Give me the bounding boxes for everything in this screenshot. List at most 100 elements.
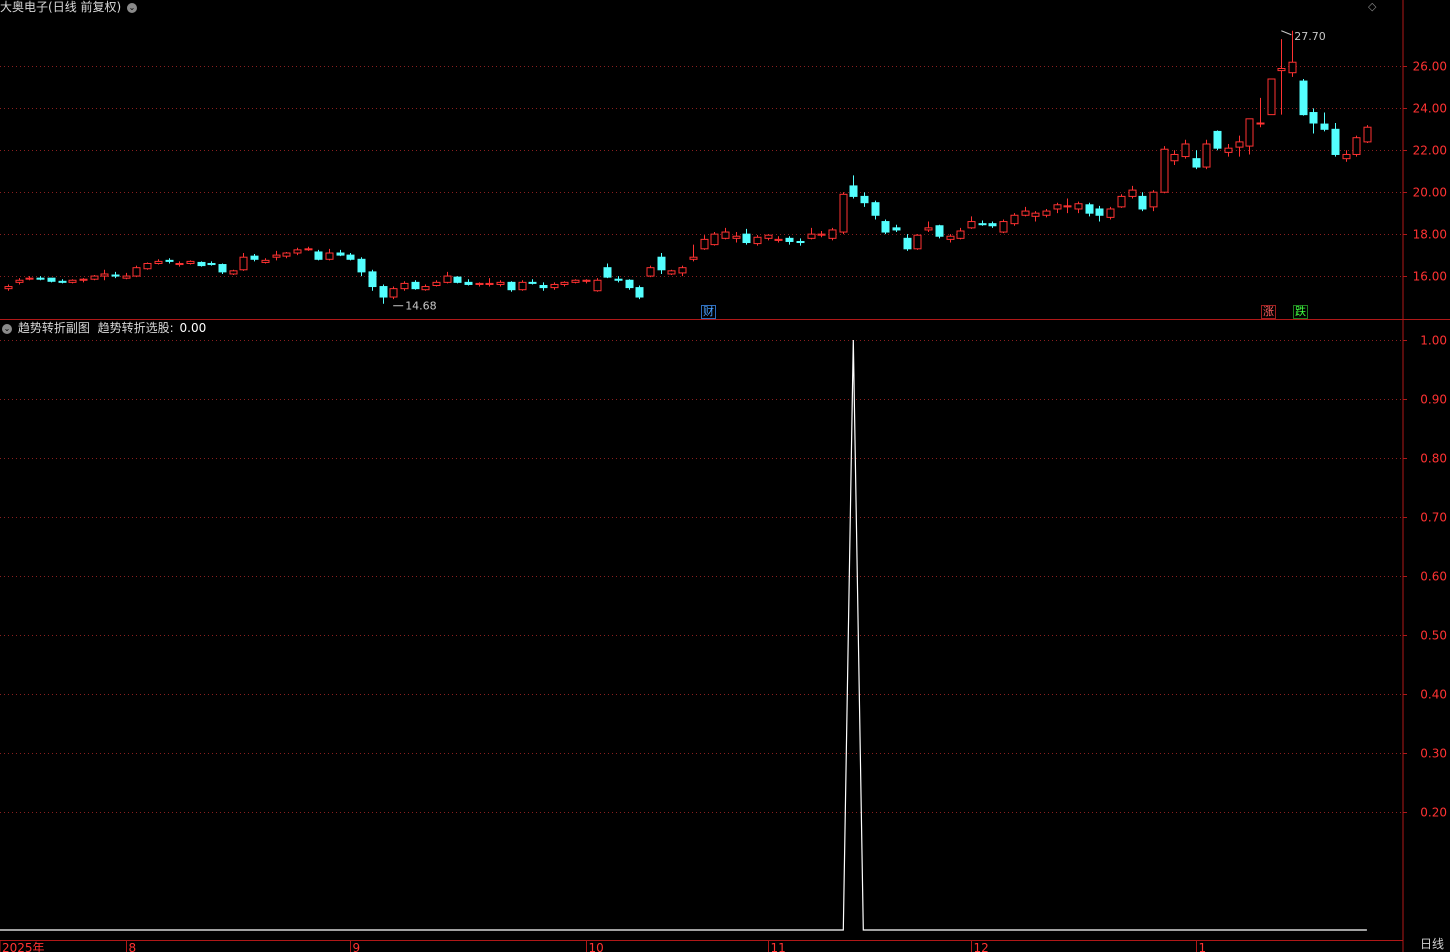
candle [111, 271, 120, 279]
candle-body [1277, 68, 1286, 72]
candle-body [603, 267, 612, 278]
candle-body [849, 185, 858, 197]
candle [1267, 78, 1276, 116]
candle [229, 269, 238, 276]
main-tick-label: 26.00 [1413, 60, 1447, 74]
candle [625, 279, 634, 290]
candle [1192, 150, 1201, 170]
candle [1170, 150, 1179, 165]
candle-body [15, 279, 24, 283]
sub-tick-label: 0.30 [1420, 747, 1447, 761]
candle [1299, 78, 1308, 116]
indicator-name[interactable]: 趋势转折副图 [18, 321, 90, 335]
candle [1095, 205, 1104, 222]
candle-body [1042, 210, 1051, 216]
candle [978, 220, 987, 226]
limit-up-badge[interactable]: 涨 [1261, 305, 1276, 319]
candle [464, 279, 473, 286]
candle-body [946, 235, 955, 240]
candle-body [368, 271, 377, 288]
candle-body [999, 221, 1008, 233]
candle [518, 280, 527, 291]
candle [453, 276, 462, 284]
chevron-down-icon[interactable]: ⌄ [127, 2, 138, 13]
candle-body [100, 273, 109, 277]
candle-body [560, 281, 569, 285]
candle [293, 247, 302, 256]
limit-down-badge[interactable]: 跌 [1293, 305, 1308, 319]
candle [1074, 201, 1083, 214]
candle [1021, 206, 1030, 217]
candle [860, 192, 869, 207]
circle-indicator-icon[interactable]: ⌄ [2, 323, 12, 334]
candle-body [1063, 205, 1072, 208]
candle [175, 261, 184, 267]
candle [560, 281, 569, 287]
candle [389, 286, 398, 300]
time-tick-label: 11 [771, 941, 786, 952]
candle-body [400, 282, 409, 290]
candle-body [732, 235, 741, 239]
main-tick-label: 16.00 [1413, 270, 1447, 284]
candle-body [58, 280, 67, 283]
candle [325, 248, 334, 261]
diamond-icon[interactable]: ◇ [1368, 0, 1376, 13]
candle [635, 285, 644, 300]
candle-body [518, 281, 527, 291]
period-mode: (日线 前复权) [48, 0, 122, 14]
candle [946, 234, 955, 243]
candle [1342, 150, 1351, 162]
candle-body [218, 264, 227, 273]
candle [1042, 208, 1051, 218]
candle [79, 278, 88, 283]
time-tick-label: 10 [589, 941, 604, 952]
candle-body [689, 256, 698, 260]
candle [550, 282, 559, 290]
candle [796, 238, 805, 246]
candle-body [1299, 80, 1308, 116]
candle-body [464, 281, 473, 285]
candle-body [935, 225, 944, 237]
candle-body [956, 230, 965, 239]
candle [1128, 185, 1137, 199]
time-tick-label: 1 [1199, 941, 1207, 952]
candle-body [1149, 191, 1158, 208]
candle [58, 279, 67, 284]
candle [25, 276, 34, 281]
candle-body [79, 278, 88, 281]
candle [4, 284, 13, 291]
candle-body [1074, 203, 1083, 210]
candle-body [721, 231, 730, 239]
time-tick-label: 8 [129, 941, 137, 952]
candle [689, 244, 698, 262]
candle-body [678, 267, 687, 274]
sub-tick-label: 0.90 [1420, 393, 1447, 407]
candle [774, 236, 783, 243]
candle [539, 282, 548, 291]
candle-body [25, 277, 34, 280]
candle-body [1245, 118, 1254, 147]
candle-body [978, 223, 987, 226]
candle-body [1235, 141, 1244, 148]
period-tag[interactable]: 日线 [1420, 935, 1444, 952]
candle [646, 265, 655, 278]
candle-body [1095, 208, 1104, 216]
candle [935, 224, 944, 239]
candle [154, 259, 163, 265]
candle [475, 282, 484, 287]
sub-tick-label: 0.70 [1420, 511, 1447, 525]
candle-body [165, 259, 174, 262]
candle [1224, 143, 1233, 157]
candle-body [475, 282, 484, 285]
candle [849, 175, 858, 199]
time-tick-label: 2025年 [2, 941, 45, 952]
candle [828, 227, 837, 241]
stock-chart: 16.00 18.00 20.00 22.00 24.00 26.00 0.20 0.30 0… [0, 0, 1450, 952]
candle [261, 258, 270, 264]
candle [924, 221, 933, 233]
candle-body [304, 248, 313, 251]
candle [1202, 139, 1211, 170]
candle-body [742, 233, 751, 244]
candle [197, 261, 206, 267]
finance-badge[interactable]: 财 [701, 305, 716, 319]
